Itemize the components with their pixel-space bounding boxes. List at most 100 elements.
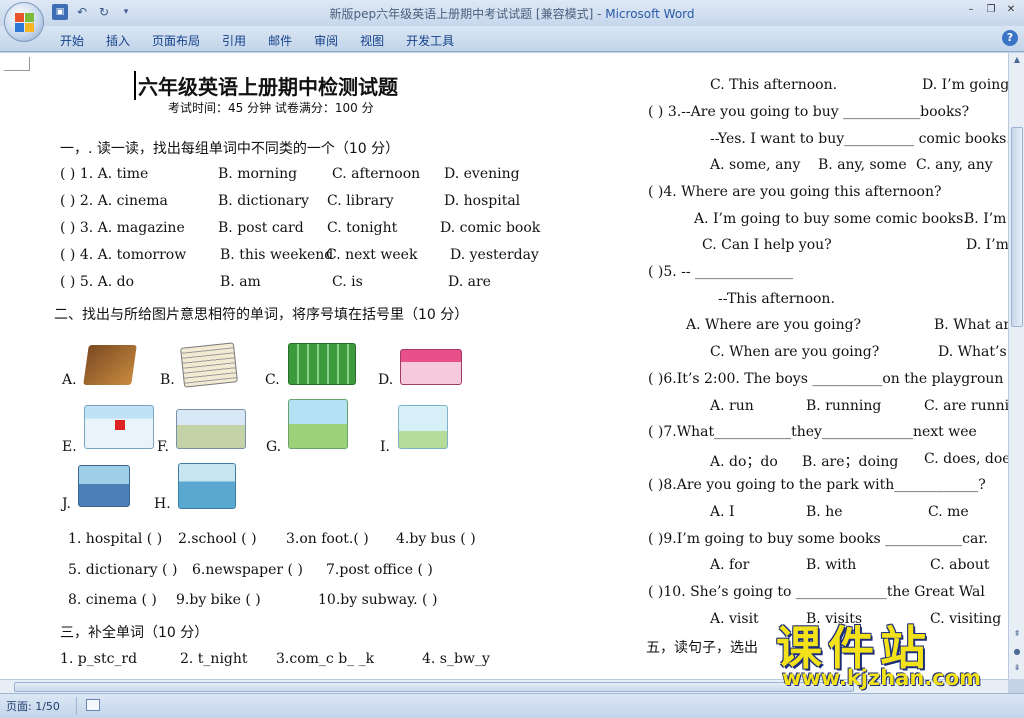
post-office-picture-icon xyxy=(176,409,246,449)
q5-opt-a: A. Where are you going? xyxy=(686,317,862,333)
hospital-picture-icon xyxy=(84,405,154,449)
document-area[interactable]: 六年级英语上册期中检测试题 考试时间：45 分钟 试卷满分：100 分 一，. … xyxy=(0,53,1008,679)
window-title: 新版pep六年级英语上册期中考试试题 [兼容模式] - Microsoft Wo… xyxy=(0,5,1024,22)
q4: ( )4. Where are you going this afternoon… xyxy=(648,184,942,200)
section-5-heading: 五，读句子，选出 xyxy=(646,640,758,656)
s1-row-2-b: B. dictionary xyxy=(218,193,309,209)
match-5: 5. dictionary ( ) xyxy=(68,562,178,578)
match-9: 9.by bike ( ) xyxy=(176,592,261,608)
tab-view[interactable]: 视图 xyxy=(360,30,384,51)
q7-opt-c: C. does, does xyxy=(924,451,1008,467)
tab-home[interactable]: 开始 xyxy=(60,30,84,51)
help-icon[interactable]: ? xyxy=(1002,30,1018,46)
status-separator xyxy=(76,697,77,715)
q5-opt-c: C. When are you going? xyxy=(710,344,880,360)
pic-label-b: B. xyxy=(160,372,175,388)
pic-label-e: E. xyxy=(62,439,77,455)
q7-opt-a: A. do；do xyxy=(710,454,778,470)
ribbon: 开始 插入 页面布局 引用 邮件 审阅 视图 开发工具 ? xyxy=(0,26,1024,52)
s1-row-5-d: D. are xyxy=(448,274,491,290)
q6-opt-b: B. running xyxy=(806,398,882,414)
restore-icon[interactable]: ❐ xyxy=(982,2,1000,18)
section-3-heading: 三，补全单词（10 分） xyxy=(60,625,209,641)
q6-opt-c: C. are running xyxy=(924,398,1008,414)
q8-opt-a: A. I xyxy=(710,504,735,520)
tab-references[interactable]: 引用 xyxy=(222,30,246,51)
match-10: 10.by subway. ( ) xyxy=(318,592,438,608)
match-4: 4.by bus ( ) xyxy=(396,531,476,547)
minimize-icon[interactable]: – xyxy=(962,2,980,18)
q3: ( ) 3.--Are you going to buy ___________… xyxy=(648,104,970,120)
s1-row-3-d: D. comic book xyxy=(440,220,541,236)
vertical-scroll-thumb[interactable] xyxy=(1011,127,1023,327)
pic-label-a: A. xyxy=(62,372,77,388)
walking-children-picture-icon xyxy=(288,399,348,449)
tab-developer[interactable]: 开发工具 xyxy=(406,30,454,51)
tab-insert[interactable]: 插入 xyxy=(106,30,130,51)
next-page-icon[interactable]: ⇟ xyxy=(1011,663,1023,675)
page-indicator[interactable]: 页面: 1/50 xyxy=(6,698,60,714)
q8: ( )8.Are you going to the park with_____… xyxy=(648,477,986,493)
q6: ( )6.It’s 2:00. The boys __________on th… xyxy=(648,371,1004,387)
office-logo-icon xyxy=(15,13,35,33)
s1-row-2-q: ( ) 2. A. cinema xyxy=(60,193,168,209)
bus-picture-icon xyxy=(78,465,130,507)
bike-picture-icon xyxy=(398,405,448,449)
s1-row-3-b: B. post card xyxy=(218,220,304,236)
pic-label-h: H. xyxy=(154,496,171,512)
q5-answer: --This afternoon. xyxy=(718,291,835,307)
match-6: 6.newspaper ( ) xyxy=(192,562,303,578)
pic-label-g: G. xyxy=(266,439,282,455)
previous-page-icon[interactable]: ⇞ xyxy=(1011,629,1023,641)
s1-row-5-c: C. is xyxy=(332,274,363,290)
q3-opt-b: B. any, some xyxy=(818,157,907,173)
red-cross-icon xyxy=(115,420,125,430)
watermark-url: www.kjzhan.com xyxy=(782,666,982,690)
s1-row-4-q: ( ) 4. A. tomorrow xyxy=(60,247,187,263)
r1-c: C. This afternoon. xyxy=(710,77,838,93)
s1-row-4-d: D. yesterday xyxy=(450,247,539,263)
proofing-icon[interactable] xyxy=(86,699,100,711)
s1-row-5-b: B. am xyxy=(220,274,261,290)
vertical-scrollbar[interactable]: ▲ ⇞ ● ⇟ xyxy=(1008,53,1024,679)
page-corner-mark xyxy=(4,57,30,71)
s1-row-1-b: B. morning xyxy=(218,166,298,182)
pic-label-c: C. xyxy=(265,372,280,388)
cinema-picture-icon xyxy=(400,349,462,385)
pic-label-d: D. xyxy=(378,372,394,388)
page-title: 六年级英语上册期中检测试题 xyxy=(134,71,398,100)
r1-d: D. I’m going xyxy=(922,77,1008,93)
document-title: 新版pep六年级英语上册期中考试试题 [兼容模式] - xyxy=(329,7,606,21)
s3-item-3: 3.com_c b_ _k xyxy=(276,651,375,667)
match-7: 7.post office ( ) xyxy=(326,562,433,578)
school-picture-icon xyxy=(288,343,356,385)
q7: ( )7.What___________they_____________nex… xyxy=(648,424,977,440)
s1-row-1-c: C. afternoon xyxy=(332,166,421,182)
s1-row-1-q: ( ) 1. A. time xyxy=(60,166,149,182)
s1-row-5-q: ( ) 5. A. do xyxy=(60,274,135,290)
match-2: 2.school ( ) xyxy=(178,531,257,547)
s1-row-2-c: C. library xyxy=(327,193,394,209)
q10-opt-a: A. visit xyxy=(710,611,759,627)
exam-info: 考试时间：45 分钟 试卷满分：100 分 xyxy=(168,101,374,115)
close-icon[interactable]: ✕ xyxy=(1002,2,1020,18)
window-controls: – ❐ ✕ xyxy=(962,2,1020,18)
section-1-heading: 一，. 读一读，找出每组单词中不同类的一个（10 分） xyxy=(60,141,400,157)
office-button[interactable] xyxy=(4,2,44,42)
horizontal-scroll-thumb[interactable] xyxy=(14,682,854,692)
s1-row-4-b: B. this weekend xyxy=(220,247,334,263)
q5: ( )5. -- ______________ xyxy=(648,264,794,280)
q3-answer: --Yes. I want to buy__________ comic boo… xyxy=(710,131,1008,147)
tab-page-layout[interactable]: 页面布局 xyxy=(152,30,200,51)
q4-opt-c: C. Can I help you? xyxy=(702,237,832,253)
pic-label-f: F. xyxy=(157,439,169,455)
tab-review[interactable]: 审阅 xyxy=(314,30,338,51)
scroll-up-icon[interactable]: ▲ xyxy=(1011,55,1023,67)
q4-opt-a: A. I’m going to buy some comic books. xyxy=(694,211,968,227)
s3-item-4: 4. s_bw_y xyxy=(422,651,490,667)
browse-object-icon[interactable]: ● xyxy=(1011,647,1023,659)
title-bar: ▣ ↶ ↻ ▾ 新版pep六年级英语上册期中考试试题 [兼容模式] - Micr… xyxy=(0,0,1024,26)
q8-opt-c: C. me xyxy=(928,504,969,520)
q5-opt-d: D. What’s y xyxy=(938,344,1008,360)
tab-mailings[interactable]: 邮件 xyxy=(268,30,292,51)
